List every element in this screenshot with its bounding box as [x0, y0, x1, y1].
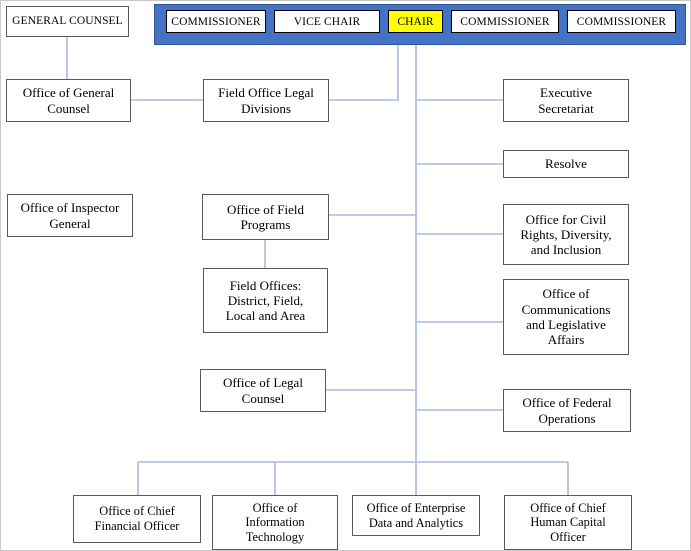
leadership-label: VICE CHAIR	[293, 15, 361, 28]
node-resolve[interactable]: Resolve	[503, 150, 629, 178]
node-office-of-field-programs[interactable]: Office of Field Programs	[202, 194, 329, 240]
leadership-label: COMMISSIONER	[576, 15, 667, 28]
node-office-of-enterprise-data-and-analytics[interactable]: Office of Enterprise Data and Analytics	[352, 495, 480, 536]
node-label: Office of Information Technology	[245, 500, 305, 544]
node-field-offices[interactable]: Field Offices: District, Field, Local an…	[203, 268, 328, 333]
node-label: Office for Civil Rights, Diversity, and …	[520, 211, 612, 258]
node-label: Resolve	[545, 156, 587, 172]
node-office-of-communications-and-legislative-affairs[interactable]: Office of Communications and Legislative…	[503, 279, 629, 355]
node-label: Executive Secretariat	[538, 85, 594, 116]
node-field-office-legal-divisions[interactable]: Field Office Legal Divisions	[203, 79, 329, 122]
node-label: Office of Enterprise Data and Analytics	[366, 500, 466, 530]
leadership-label: CHAIR	[397, 15, 434, 28]
node-office-of-chief-financial-officer[interactable]: Office of Chief Financial Officer	[73, 495, 201, 543]
node-office-of-inspector-general[interactable]: Office of Inspector General	[7, 194, 133, 237]
node-label: Office of Communications and Legislative…	[521, 286, 611, 348]
node-label: Office of Field Programs	[226, 201, 305, 232]
node-label: Office of Chief Financial Officer	[94, 504, 180, 533]
node-label: Office of Legal Counsel	[223, 375, 303, 406]
node-office-of-general-counsel[interactable]: Office of General Counsel	[6, 79, 131, 122]
org-chart-canvas: COMMISSIONER VICE CHAIR CHAIR COMMISSION…	[0, 0, 691, 551]
node-general-counsel[interactable]: GENERAL COUNSEL	[6, 6, 129, 37]
node-label: Office of General Counsel	[22, 85, 115, 116]
node-office-for-civil-rights-diversity-inclusion[interactable]: Office for Civil Rights, Diversity, and …	[503, 204, 629, 265]
node-office-of-legal-counsel[interactable]: Office of Legal Counsel	[200, 369, 326, 412]
node-label: GENERAL COUNSEL	[12, 14, 123, 27]
leadership-label: COMMISSIONER	[171, 15, 261, 28]
node-label: Office of Inspector General	[20, 200, 120, 231]
leadership-chair[interactable]: CHAIR	[388, 10, 443, 33]
leadership-label: COMMISSIONER	[460, 15, 550, 28]
node-executive-secretariat[interactable]: Executive Secretariat	[503, 79, 629, 122]
line-field-legal-to-chair	[329, 41, 399, 101]
node-office-of-information-technology[interactable]: Office of Information Technology	[212, 495, 338, 550]
node-office-of-chief-human-capital-officer[interactable]: Office of Chief Human Capital Officer	[504, 495, 632, 550]
node-label: Office of Chief Human Capital Officer	[530, 500, 606, 544]
node-label: Field Office Legal Divisions	[218, 85, 314, 116]
node-office-of-federal-operations[interactable]: Office of Federal Operations	[503, 389, 631, 432]
leadership-vice-chair[interactable]: VICE CHAIR	[274, 10, 380, 33]
leadership-commissioner-3[interactable]: COMMISSIONER	[567, 10, 676, 33]
leadership-commissioner-2[interactable]: COMMISSIONER	[451, 10, 559, 33]
leadership-commissioner-1[interactable]: COMMISSIONER	[166, 10, 266, 33]
node-label: Office of Federal Operations	[522, 395, 612, 426]
node-label: Field Offices: District, Field, Local an…	[225, 277, 306, 324]
